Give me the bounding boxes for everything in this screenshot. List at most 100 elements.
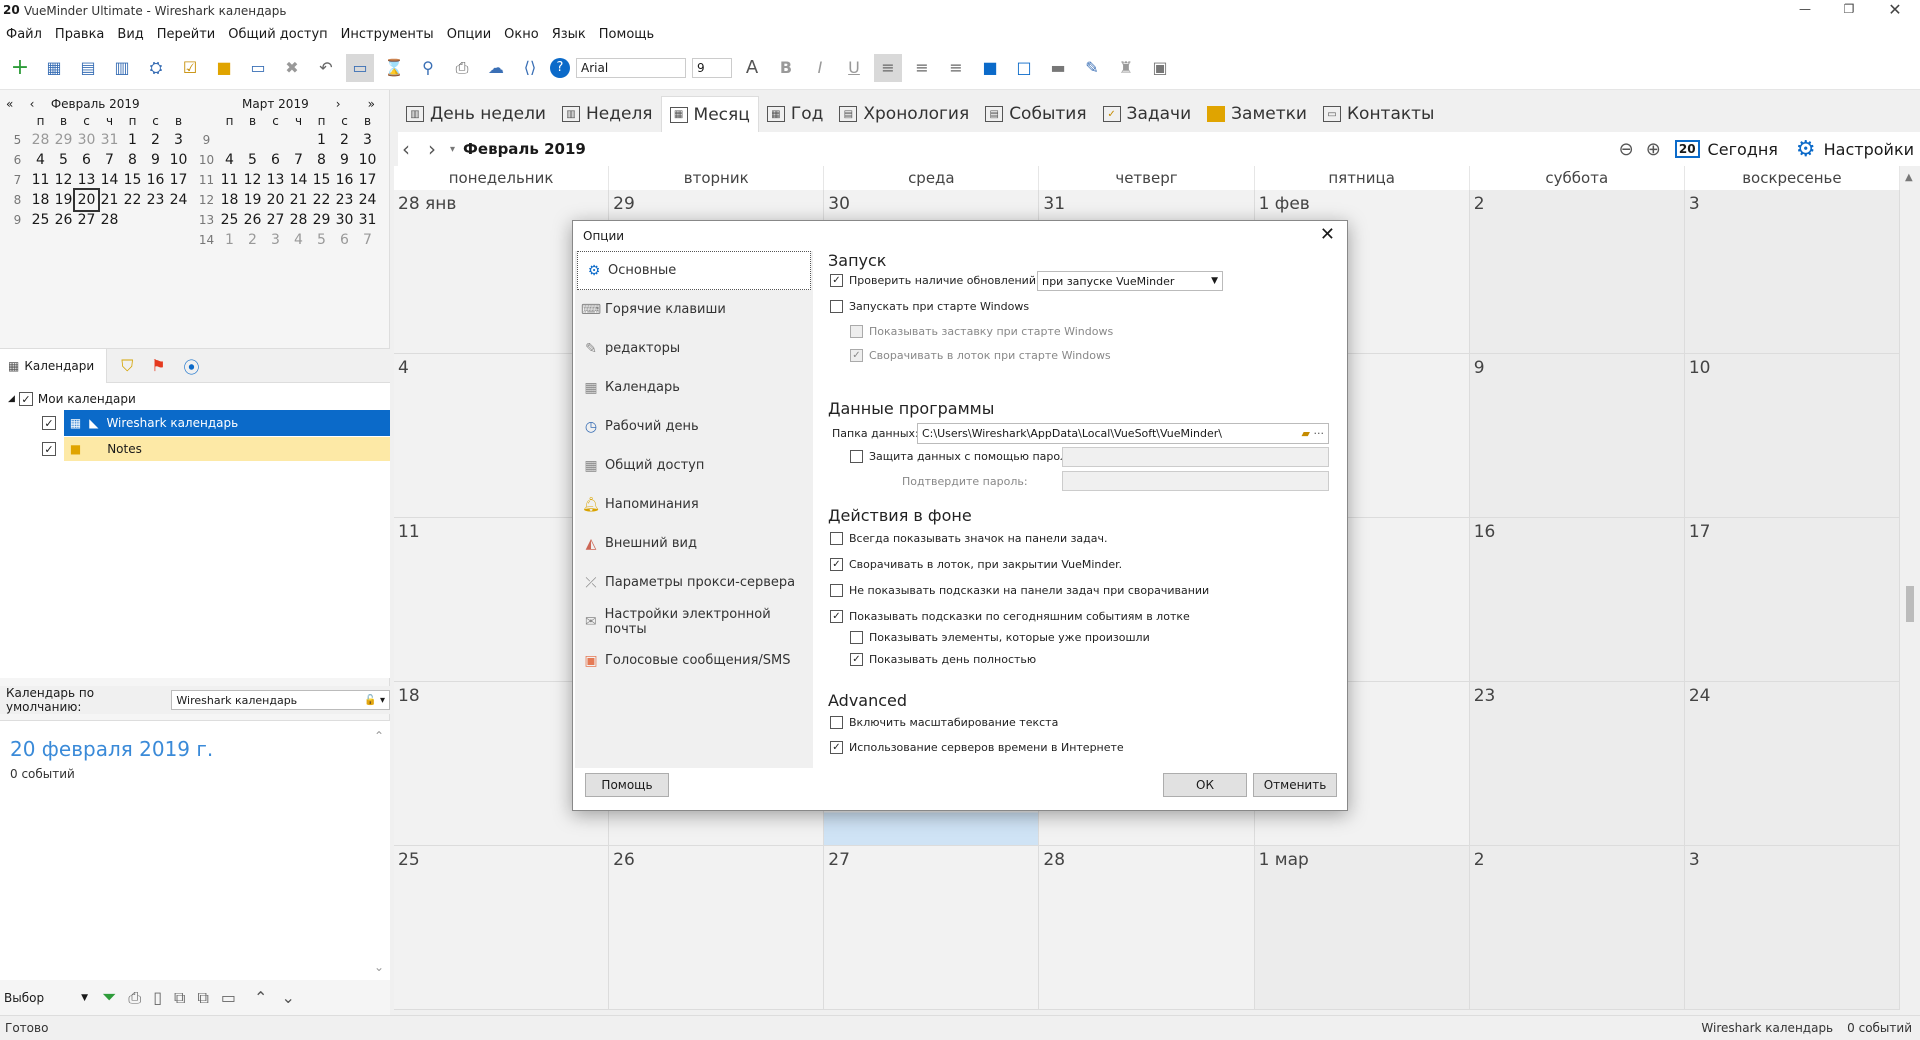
data-folder-field[interactable]: C:\Users\Wireshark\AppData\Local\VueSoft…: [917, 423, 1329, 444]
checkbox[interactable]: [850, 325, 863, 338]
mini-day[interactable]: 21: [98, 190, 121, 210]
checkbox[interactable]: ✓: [850, 349, 863, 362]
current-month-title[interactable]: Февраль 2019: [463, 140, 586, 158]
day-cell[interactable]: 1 мар: [1254, 846, 1470, 1010]
new-calendar-icon[interactable]: ▦: [40, 54, 68, 82]
print-icon[interactable]: ⎙: [128, 988, 141, 1008]
mini-day[interactable]: 16: [333, 170, 356, 190]
checkbox-notes[interactable]: ✓: [42, 442, 56, 456]
mini-day[interactable]: 19: [52, 190, 75, 210]
copy-icon[interactable]: ⧉: [174, 988, 185, 1008]
today-button[interactable]: 20 Сегодня: [1674, 140, 1778, 159]
mini-day[interactable]: 17: [167, 170, 190, 190]
mini-day[interactable]: 31: [356, 210, 379, 230]
restore-icon[interactable]: ❐: [1834, 2, 1864, 16]
opt-no-tooltips[interactable]: Не показывать подсказки на панели задач …: [830, 584, 1209, 597]
mini-day[interactable]: 23: [333, 190, 356, 210]
tab-tasks[interactable]: ✓ Задачи: [1095, 96, 1200, 132]
mini-day[interactable]: 3: [356, 130, 379, 150]
mini-day[interactable]: 27: [75, 210, 98, 230]
day-cell[interactable]: 2: [1469, 846, 1685, 1010]
day-cell[interactable]: 23: [1469, 682, 1685, 846]
mini-day[interactable]: 14: [98, 170, 121, 190]
bold-icon[interactable]: B: [772, 54, 800, 82]
checkbox[interactable]: [850, 631, 863, 644]
menu-help[interactable]: Помощь: [599, 27, 654, 42]
mini-day[interactable]: 17: [356, 170, 379, 190]
font-select[interactable]: Arial: [576, 57, 686, 78]
insert-image-icon[interactable]: ▣: [1146, 54, 1174, 82]
sync-icon[interactable]: ☁: [482, 54, 510, 82]
mini-day[interactable]: 21: [287, 190, 310, 210]
font-color-icon[interactable]: A: [738, 54, 766, 82]
checkbox[interactable]: ✓: [830, 274, 843, 287]
cancel-button[interactable]: Отменить: [1253, 773, 1337, 797]
day-cell[interactable]: 3: [1684, 846, 1900, 1010]
day-cell[interactable]: 2: [1469, 190, 1685, 354]
html-icon[interactable]: ⟨⟩: [516, 54, 544, 82]
opt-minimize-tray[interactable]: ✓ Сворачивать в лоток при старте Windows: [850, 349, 1111, 362]
tab-month[interactable]: ▦ Месяц: [660, 96, 759, 132]
mini-day[interactable]: 8: [121, 150, 144, 170]
mini-day[interactable]: 16: [144, 170, 167, 190]
mini-day[interactable]: 5: [310, 230, 333, 250]
day-cell[interactable]: 3: [1684, 190, 1900, 354]
mini-day[interactable]: 28: [29, 130, 52, 150]
check-updates-select[interactable]: при запуске VueMinder ▼: [1037, 271, 1223, 291]
mini-day[interactable]: 22: [121, 190, 144, 210]
print-icon[interactable]: ⎙: [448, 54, 476, 82]
page-icon[interactable]: ▯: [153, 988, 162, 1007]
delete-icon[interactable]: ✖: [278, 54, 306, 82]
opt-today-tooltips[interactable]: ✓ Показывать подсказки по сегодняшним соб…: [830, 610, 1190, 623]
mini-day[interactable]: 30: [75, 130, 98, 150]
mini-day[interactable]: 28: [98, 210, 121, 230]
nav-hotkeys[interactable]: ⌨ Горячие клавиши: [575, 290, 813, 329]
menu-window[interactable]: Окно: [504, 27, 539, 42]
opt-run-on-start[interactable]: Запускать при старте Windows: [830, 300, 1029, 313]
day-cell[interactable]: 16: [1469, 518, 1685, 682]
dialog-close-icon[interactable]: ✕: [1320, 224, 1335, 245]
checkbox[interactable]: ✓: [830, 558, 843, 571]
move-down-icon[interactable]: ⌄: [281, 988, 294, 1007]
line-style-icon[interactable]: ▬: [1044, 54, 1072, 82]
mini-day[interactable]: 28: [287, 210, 310, 230]
mini-day[interactable]: 26: [241, 210, 264, 230]
flag-icon[interactable]: ⚑: [151, 356, 165, 375]
opt-full-day[interactable]: ✓ Показывать день полностью: [850, 653, 1036, 666]
mini-day[interactable]: 24: [167, 190, 190, 210]
opt-time-servers[interactable]: ✓ Использование серверов времени в Интерн…: [830, 741, 1124, 754]
checkbox[interactable]: [830, 532, 843, 545]
nav-email[interactable]: ✉ Настройки электронной почты: [575, 602, 813, 641]
new-item-icon[interactable]: +: [6, 54, 34, 82]
tab-notes[interactable]: Заметки: [1199, 96, 1315, 132]
close-icon[interactable]: ✕: [1880, 0, 1910, 19]
mini-day[interactable]: 5: [241, 150, 264, 170]
mini-day[interactable]: 12: [241, 170, 264, 190]
mini-day[interactable]: 26: [52, 210, 75, 230]
mini-day[interactable]: 31: [98, 130, 121, 150]
nav-general[interactable]: ⚙ Основные: [577, 251, 811, 290]
collapse-icon[interactable]: ◢: [8, 394, 15, 404]
nav-reminders[interactable]: 🔔︎ Напоминания: [575, 485, 813, 524]
nav-sharing[interactable]: ▦ Общий доступ: [575, 446, 813, 485]
opt-text-scaling[interactable]: Включить масштабирование текста: [830, 716, 1058, 729]
mini-day[interactable]: 13: [75, 170, 98, 190]
mini-day[interactable]: 18: [29, 190, 52, 210]
underline-icon[interactable]: U: [840, 54, 868, 82]
menu-edit[interactable]: Правка: [55, 27, 104, 42]
mini-day[interactable]: 7: [98, 150, 121, 170]
mini-day[interactable]: 2: [144, 130, 167, 150]
menu-tools[interactable]: Инструменты: [341, 27, 434, 42]
mini-day[interactable]: 14: [287, 170, 310, 190]
location-icon[interactable]: ⦿: [184, 354, 200, 378]
nav-workday[interactable]: ◷ Рабочий день: [575, 407, 813, 446]
checkbox[interactable]: [830, 716, 843, 729]
help-icon[interactable]: ?: [550, 57, 570, 78]
mini-day[interactable]: 4: [218, 150, 241, 170]
day-cell[interactable]: 24: [1684, 682, 1900, 846]
month-scrollbar[interactable]: ▲: [1900, 166, 1920, 1015]
align-right-icon[interactable]: ≡: [942, 54, 970, 82]
tab-timeline[interactable]: ▤ Хронология: [831, 96, 977, 132]
day-cell[interactable]: 26: [609, 846, 825, 1010]
mini-day[interactable]: 5: [52, 150, 75, 170]
